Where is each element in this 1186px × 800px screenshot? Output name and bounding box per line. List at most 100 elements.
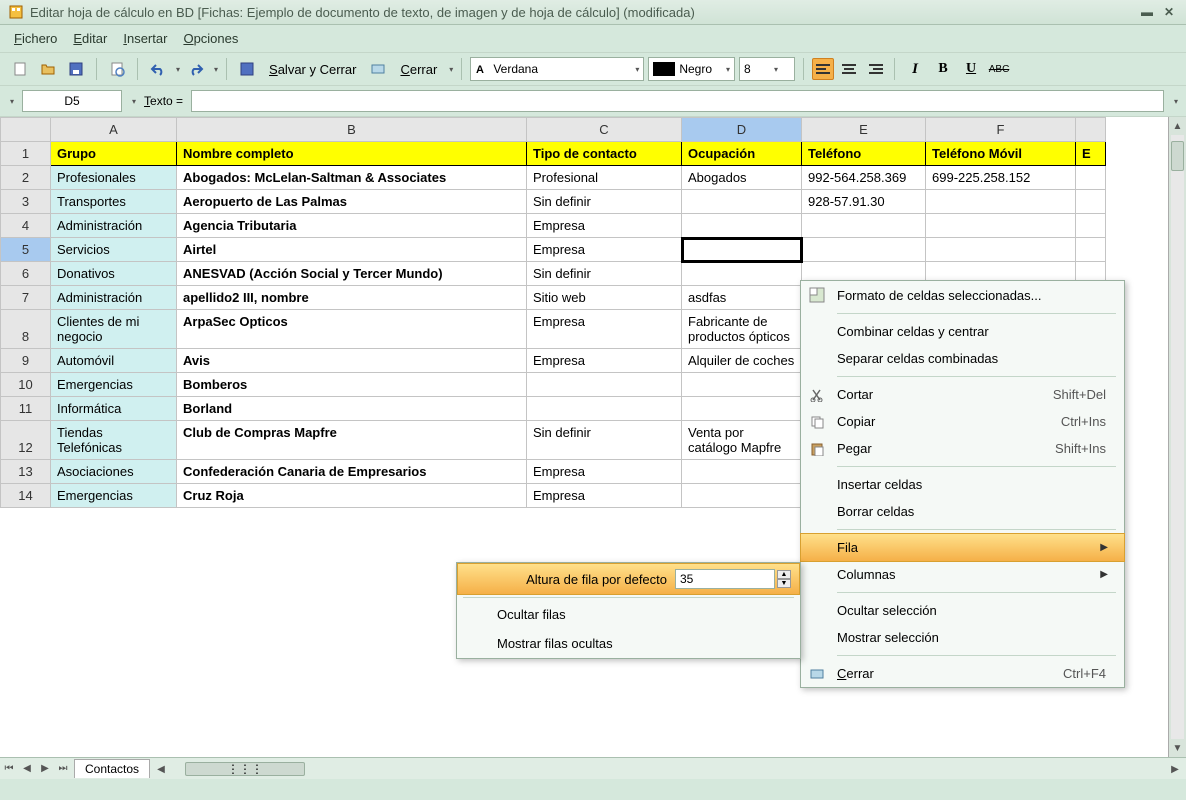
cm-columns[interactable]: Columnas▶	[801, 561, 1124, 588]
cell-nombre[interactable]: Airtel	[177, 238, 527, 262]
cell-ocupacion[interactable]	[682, 190, 802, 214]
menu-insertar[interactable]: Insertar	[123, 31, 167, 46]
menu-editar[interactable]: Editar	[73, 31, 107, 46]
cell-nombre[interactable]: Confederación Canaria de Empresarios	[177, 460, 527, 484]
cell-nombre[interactable]: apellido2 III, nombre	[177, 286, 527, 310]
data-row[interactable]: 2ProfesionalesAbogados: McLelan-Saltman …	[1, 166, 1106, 190]
sm-default-row-height[interactable]: Altura de fila por defecto ▲▼	[457, 563, 800, 595]
cell-nombre[interactable]: Club de Compras Mapfre	[177, 421, 527, 460]
cm-merge-center[interactable]: Combinar celdas y centrar	[801, 318, 1124, 345]
cell-grupo[interactable]: Emergencias	[51, 373, 177, 397]
cell-telefono[interactable]: 928-57.91.30	[802, 190, 926, 214]
cell-ocupacion[interactable]	[682, 262, 802, 286]
cell-telefono[interactable]	[802, 238, 926, 262]
cell-ocupacion[interactable]: Fabricante de productos ópticos	[682, 310, 802, 349]
data-row[interactable]: 3TransportesAeropuerto de Las PalmasSin …	[1, 190, 1106, 214]
cell-ocupacion[interactable]: Venta por catálogo Mapfre	[682, 421, 802, 460]
formula-input[interactable]	[191, 90, 1164, 112]
cell-tipo[interactable]: Empresa	[527, 484, 682, 508]
row-header[interactable]: 8	[1, 310, 51, 349]
redo-button[interactable]	[184, 57, 208, 81]
close-dropdown[interactable]: ▾	[449, 65, 453, 74]
tab-first-button[interactable]: ⏮	[0, 760, 18, 778]
cell-tipo[interactable]: Sin definir	[527, 190, 682, 214]
formula-overflow[interactable]: ▾	[1174, 97, 1178, 106]
cm-show-selection[interactable]: Mostrar selección	[801, 624, 1124, 651]
save-close-button[interactable]: Salvar y Cerrar	[263, 62, 362, 77]
cell-ocupacion[interactable]	[682, 214, 802, 238]
cell-grupo[interactable]: Servicios	[51, 238, 177, 262]
row-header[interactable]: 7	[1, 286, 51, 310]
font-size-input[interactable]	[744, 62, 772, 76]
cell-extra[interactable]	[1076, 238, 1106, 262]
print-preview-button[interactable]	[105, 57, 129, 81]
sheet-tab[interactable]: Contactos	[74, 759, 150, 778]
tab-last-button[interactable]: ⏭	[54, 760, 72, 778]
row-header[interactable]: 6	[1, 262, 51, 286]
row-height-input[interactable]	[675, 569, 775, 589]
cm-copy[interactable]: Copiar Ctrl+Ins	[801, 408, 1124, 435]
row-header[interactable]: 9	[1, 349, 51, 373]
cell-ocupacion[interactable]	[682, 238, 802, 262]
underline-button[interactable]: U	[959, 57, 983, 81]
menu-fichero[interactable]: Fichero	[14, 31, 57, 46]
cell-ocupacion[interactable]: Alquiler de coches	[682, 349, 802, 373]
col-header-C[interactable]: C	[527, 118, 682, 142]
save-button[interactable]	[64, 57, 88, 81]
cell-telefono[interactable]: 992-564.258.369	[802, 166, 926, 190]
scroll-thumb[interactable]	[1171, 141, 1184, 171]
cm-unmerge[interactable]: Separar celdas combinadas	[801, 345, 1124, 372]
cell-telefono[interactable]	[802, 214, 926, 238]
cell-extra[interactable]	[1076, 190, 1106, 214]
menu-opciones[interactable]: Opciones	[183, 31, 238, 46]
undo-dropdown[interactable]: ▾	[176, 65, 180, 74]
cell-movil[interactable]	[926, 214, 1076, 238]
toolbar-overflow[interactable]: ▾	[10, 97, 14, 106]
cell-grupo[interactable]: Asociaciones	[51, 460, 177, 484]
cell-grupo[interactable]: Emergencias	[51, 484, 177, 508]
cell-tipo[interactable]: Empresa	[527, 460, 682, 484]
cell-nombre[interactable]: Abogados: McLelan-Saltman & Associates	[177, 166, 527, 190]
row-header[interactable]: 11	[1, 397, 51, 421]
cell-grupo[interactable]: Donativos	[51, 262, 177, 286]
sm-show-hidden-rows[interactable]: Mostrar filas ocultas	[457, 629, 800, 658]
font-color-combo[interactable]: Negro ▾	[648, 57, 735, 81]
cell-extra[interactable]	[1076, 166, 1106, 190]
cell-nombre[interactable]: Bomberos	[177, 373, 527, 397]
cell-tipo[interactable]: Sin definir	[527, 262, 682, 286]
hscroll-thumb[interactable]: ⋮⋮⋮	[185, 762, 305, 776]
cell-movil[interactable]: 699-225.258.152	[926, 166, 1076, 190]
scroll-up-button[interactable]: ▲	[1169, 117, 1186, 135]
cell-nombre[interactable]: ArpaSec Opticos	[177, 310, 527, 349]
cell-grupo[interactable]: Automóvil	[51, 349, 177, 373]
col-header-B[interactable]: B	[177, 118, 527, 142]
horizontal-scrollbar[interactable]: ◀ ⋮⋮⋮ ▶	[170, 761, 1166, 777]
tab-next-button[interactable]: ▶	[36, 760, 54, 778]
font-size-combo[interactable]: ▾	[739, 57, 795, 81]
cm-cut[interactable]: Cortar Shift+Del	[801, 381, 1124, 408]
column-headers[interactable]: A B C D E F	[1, 118, 1106, 142]
cell-nombre[interactable]: Aeropuerto de Las Palmas	[177, 190, 527, 214]
undo-button[interactable]	[146, 57, 170, 81]
col-header-G[interactable]	[1076, 118, 1106, 142]
row-header[interactable]: 10	[1, 373, 51, 397]
cell-tipo[interactable]: Empresa	[527, 238, 682, 262]
close-doc-button[interactable]: Cerrar	[394, 62, 443, 77]
cell-ocupacion[interactable]	[682, 484, 802, 508]
vertical-scrollbar[interactable]: ▲ ▼	[1168, 117, 1186, 757]
cell-grupo[interactable]: Administración	[51, 214, 177, 238]
cell-ocupacion[interactable]: asdfas	[682, 286, 802, 310]
col-header-E[interactable]: E	[802, 118, 926, 142]
cell-grupo[interactable]: Transportes	[51, 190, 177, 214]
row-header[interactable]: 14	[1, 484, 51, 508]
cell-extra[interactable]	[1076, 214, 1106, 238]
strike-button[interactable]: ABC	[987, 57, 1011, 81]
data-row[interactable]: 5ServiciosAirtelEmpresa	[1, 238, 1106, 262]
scroll-down-button[interactable]: ▼	[1169, 739, 1186, 757]
cell-tipo[interactable]: Empresa	[527, 349, 682, 373]
font-name-input[interactable]	[493, 62, 633, 76]
cm-row[interactable]: Fila▶	[800, 533, 1125, 562]
sm-hide-rows[interactable]: Ocultar filas	[457, 600, 800, 629]
cell-ocupacion[interactable]	[682, 460, 802, 484]
col-header-A[interactable]: A	[51, 118, 177, 142]
